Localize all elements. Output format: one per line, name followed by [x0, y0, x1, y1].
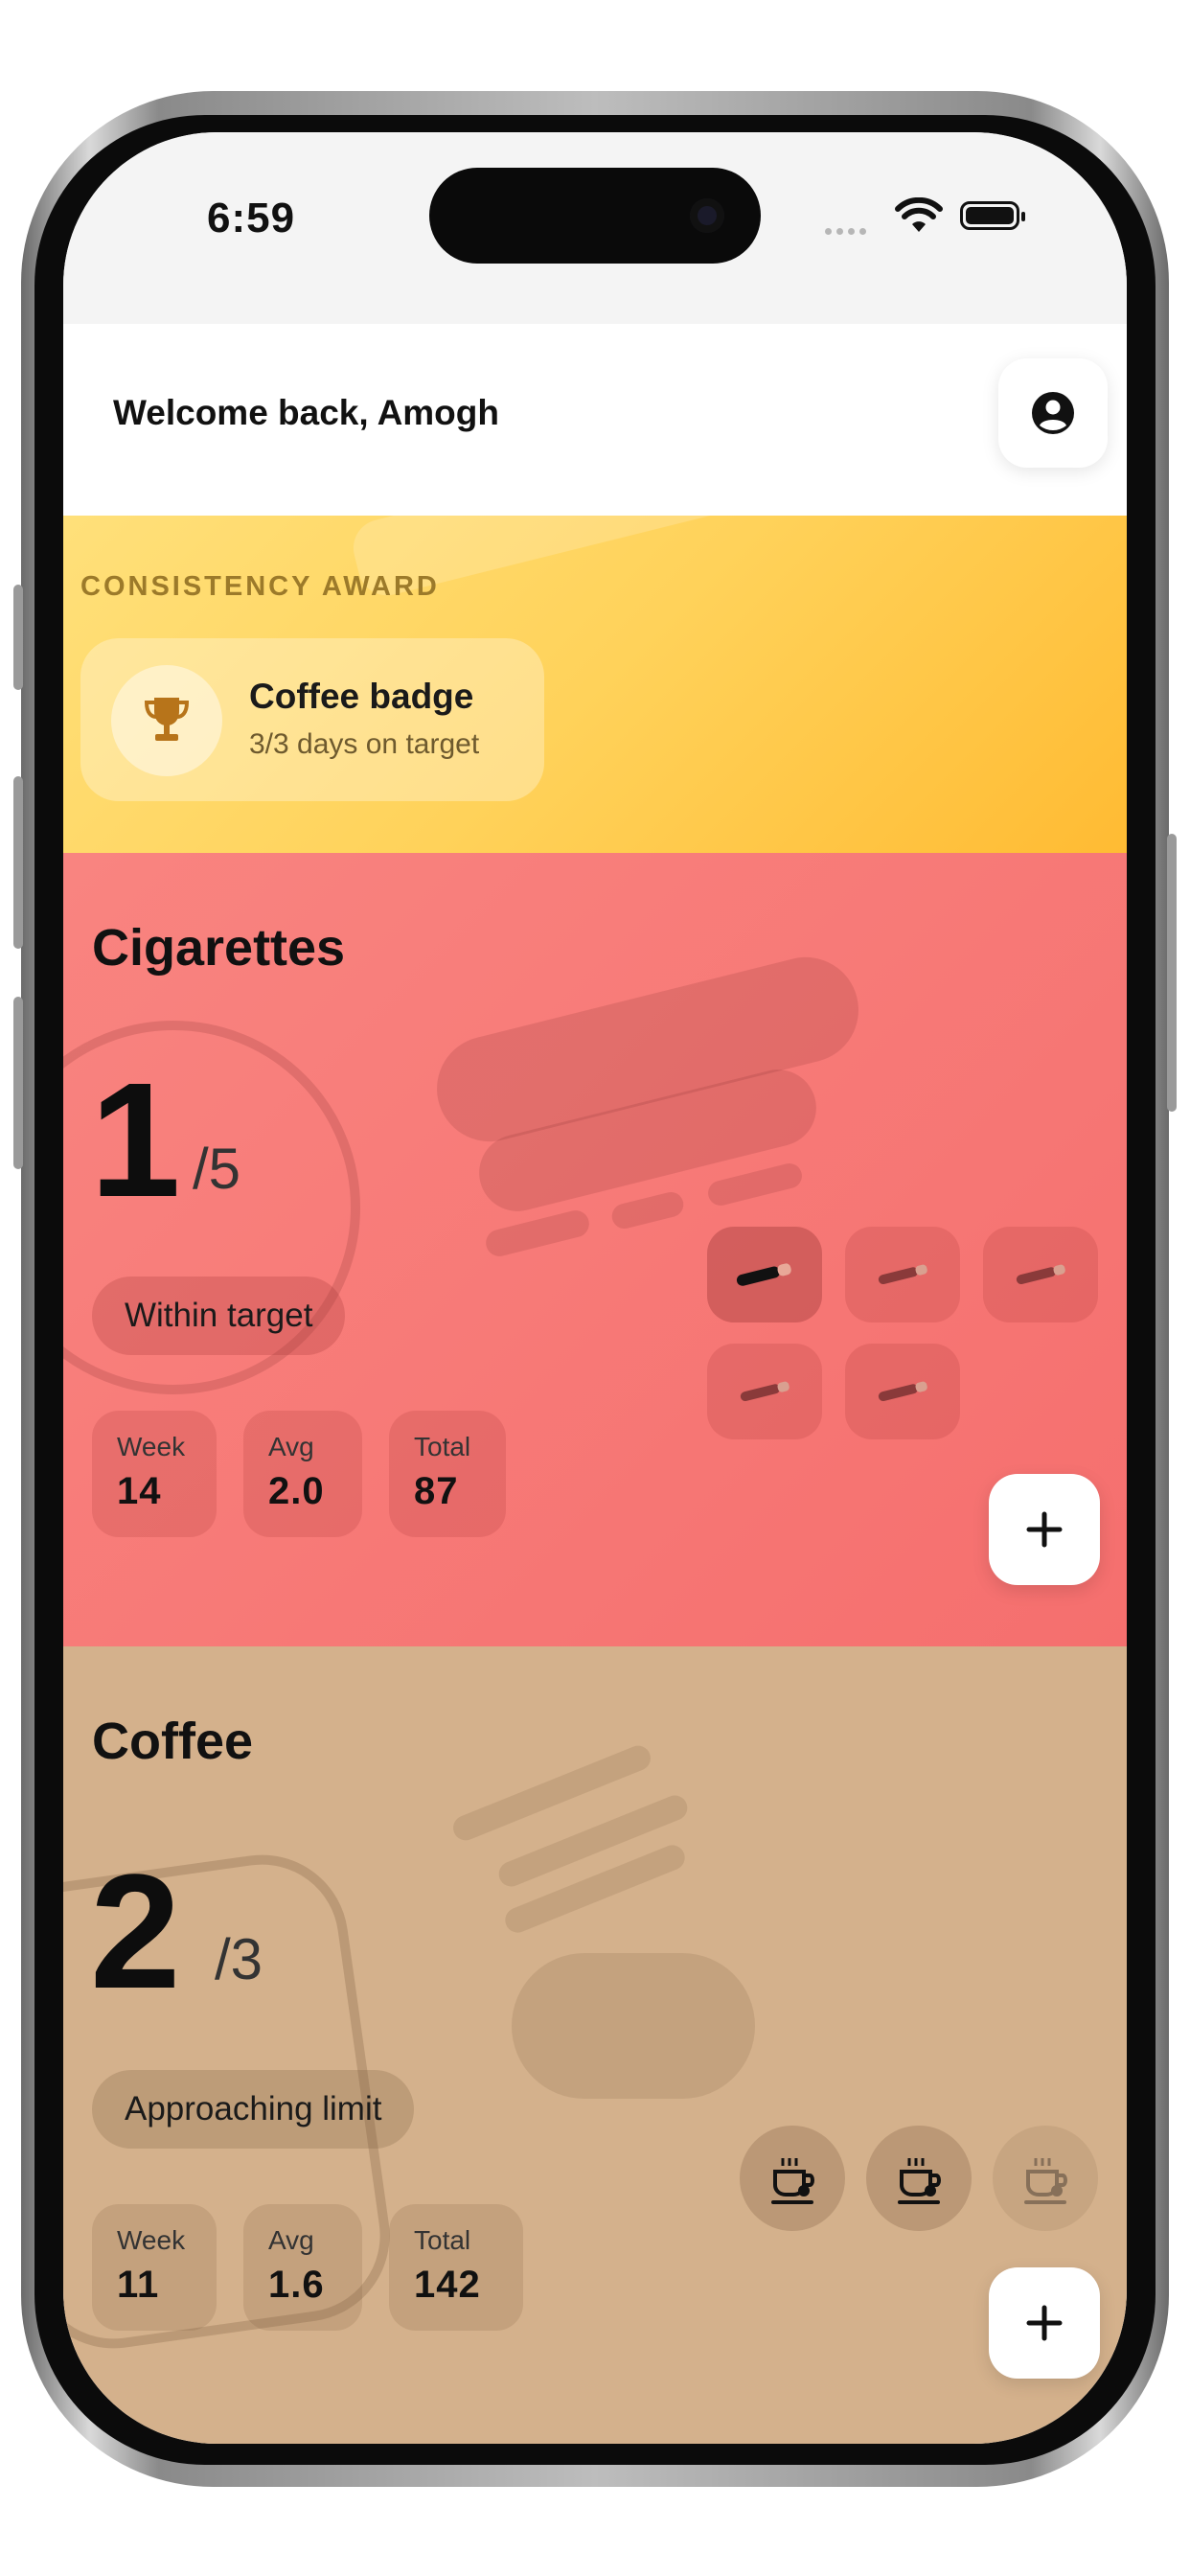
stat-label: Week [117, 2225, 186, 2255]
stat-value: 11 [117, 2264, 160, 2306]
profile-button[interactable] [998, 358, 1108, 468]
trophy-badge [111, 665, 222, 776]
trophy-icon [144, 698, 190, 741]
cigarette-slot-1[interactable] [707, 1227, 822, 1322]
cigarettes-count: 1 [90, 1049, 181, 1231]
cellular-signal-icon [825, 222, 871, 240]
coffee-status-pill: Approaching limit [92, 2070, 415, 2149]
stat-value: 1.6 [268, 2264, 325, 2306]
cigarette-slot-4[interactable] [707, 1344, 822, 1439]
cigarette-icon [736, 1263, 791, 1286]
award-section-title: CONSISTENCY AWARD [80, 571, 440, 602]
stat-label: Avg [268, 1432, 314, 1461]
app-screen: 6:59 Welcome back, Amogh CONSISTENCY AWA… [63, 132, 1127, 2444]
battery-icon [960, 201, 1025, 230]
coffee-tracker-card: Coffee 2 /3 Approaching limit Week 11 Av… [63, 1646, 1127, 2444]
stat-week: Week 14 [92, 1411, 217, 1537]
status-bar: 6:59 [63, 132, 1127, 324]
add-coffee-button[interactable] [989, 2267, 1100, 2379]
stat-avg: Avg 2.0 [243, 1411, 362, 1537]
stat-label: Total [414, 2225, 471, 2255]
cigarette-icon [740, 1381, 790, 1402]
stat-avg: Avg 1.6 [243, 2204, 362, 2331]
welcome-text: Welcome back, Amogh [113, 393, 499, 432]
side-button-power [1167, 834, 1177, 1112]
cigarette-icon [878, 1381, 927, 1402]
plus-icon [1026, 1511, 1063, 1548]
badge-progress: 3/3 days on target [249, 728, 480, 760]
consistency-award-banner: CONSISTENCY AWARD Coffee badge 3/3 days … [63, 516, 1127, 853]
stat-week: Week 11 [92, 2204, 217, 2331]
coffee-cup-icon [771, 2158, 814, 2204]
app-header: Welcome back, Amogh [63, 324, 1127, 516]
cigarettes-tracker-card: Cigarettes 1 /5 Within target Week 14 Av… [63, 853, 1127, 1646]
coffee-title: Coffee [92, 1713, 254, 1770]
status-time: 6:59 [207, 195, 296, 242]
add-cigarette-button[interactable] [989, 1474, 1100, 1585]
stat-label: Total [414, 1432, 471, 1461]
side-button-volume-down [13, 997, 23, 1169]
wifi-icon [895, 197, 943, 232]
decorative-blob [512, 1953, 755, 2099]
coffee-cup-slot-2[interactable] [866, 2126, 972, 2231]
dynamic-island [429, 168, 761, 264]
stat-total: Total 87 [389, 1411, 506, 1537]
decorative-bar [705, 1161, 805, 1208]
cigarette-slot-3[interactable] [983, 1227, 1098, 1322]
stat-value: 87 [414, 1470, 459, 1512]
stat-value: 2.0 [268, 1470, 325, 1512]
decorative-bar [483, 1208, 592, 1259]
cigarette-icon [878, 1264, 927, 1285]
coffee-cup-icon [898, 2158, 941, 2204]
stat-value: 142 [414, 2264, 481, 2306]
stat-value: 14 [117, 1470, 162, 1512]
coffee-limit: /3 [215, 1927, 263, 1991]
coffee-cup-icon [1024, 2158, 1067, 2204]
decorative-bar [608, 1189, 687, 1231]
coffee-cup-slot-1[interactable] [740, 2126, 845, 2231]
stat-total: Total 142 [389, 2204, 523, 2331]
user-circle-icon [1032, 392, 1074, 434]
side-button-action [13, 585, 23, 690]
coffee-badge-card[interactable]: Coffee badge 3/3 days on target [80, 638, 544, 801]
cigarette-icon [1016, 1264, 1065, 1285]
side-button-volume-up [13, 776, 23, 949]
coffee-cup-slot-3[interactable] [993, 2126, 1098, 2231]
cigarette-slot-5[interactable] [845, 1344, 960, 1439]
plus-icon [1026, 2305, 1063, 2341]
coffee-count: 2 [90, 1841, 181, 2023]
cigarettes-title: Cigarettes [92, 919, 346, 977]
cigarettes-limit: /5 [193, 1137, 241, 1201]
cigarettes-status-pill: Within target [92, 1276, 346, 1355]
camera-icon [690, 198, 724, 233]
stat-label: Avg [268, 2225, 314, 2255]
stat-label: Week [117, 1432, 186, 1461]
cigarette-slot-2[interactable] [845, 1227, 960, 1322]
badge-name: Coffee badge [249, 677, 474, 716]
